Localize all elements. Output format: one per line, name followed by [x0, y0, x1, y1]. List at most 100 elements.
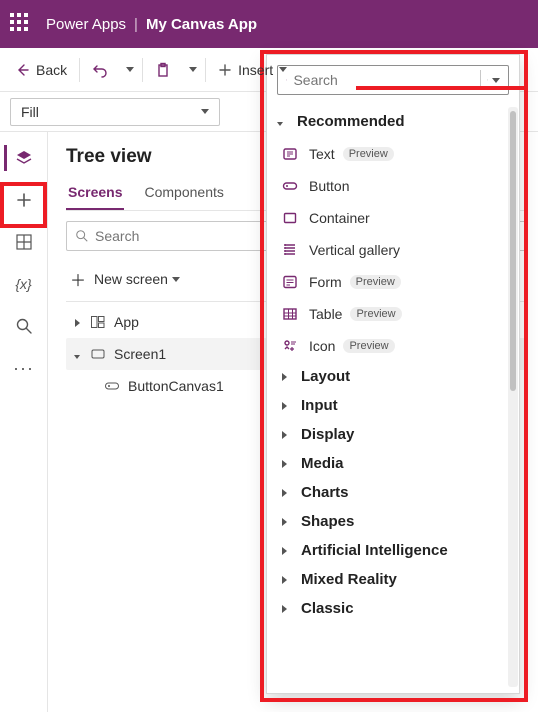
- insert-icon[interactable]: Icon Preview: [275, 330, 511, 362]
- rail-variables[interactable]: {x}: [4, 264, 44, 304]
- variables-icon: {x}: [15, 276, 31, 292]
- flyout-list: Recommended Text Preview Button Containe…: [267, 105, 519, 693]
- category-input[interactable]: Input: [275, 391, 511, 420]
- chevron-right-icon: [282, 460, 287, 468]
- insert-button[interactable]: Insert: [210, 54, 295, 86]
- plus-icon: [218, 63, 232, 77]
- button-icon: [281, 177, 299, 195]
- chevron-down-icon: [189, 67, 197, 72]
- title-divider: |: [134, 16, 138, 33]
- insert-button-label: Button: [309, 178, 349, 194]
- node-label-button1: ButtonCanvas1: [128, 378, 224, 394]
- layers-icon: [15, 149, 33, 167]
- rail-tree-view[interactable]: [4, 138, 44, 178]
- insert-container-label: Container: [309, 210, 370, 226]
- category-input-label: Input: [301, 397, 338, 414]
- arrow-left-icon: [14, 62, 30, 78]
- preview-badge: Preview: [343, 339, 394, 353]
- screen-icon: [90, 346, 106, 362]
- rail-search[interactable]: [4, 306, 44, 346]
- insert-table-label: Table: [309, 306, 342, 322]
- flyout-search[interactable]: [277, 65, 509, 95]
- insert-form-label: Form: [309, 274, 342, 290]
- category-shapes[interactable]: Shapes: [275, 507, 511, 536]
- insert-container[interactable]: Container: [275, 202, 511, 234]
- search-icon: [75, 229, 89, 243]
- insert-label: Insert: [238, 62, 273, 78]
- back-button[interactable]: Back: [6, 54, 75, 86]
- chevron-right-icon: [282, 373, 287, 381]
- search-icon: [15, 317, 33, 335]
- flyout-search-input[interactable]: [293, 72, 474, 88]
- separator: [142, 58, 143, 82]
- insert-text[interactable]: Text Preview: [275, 138, 511, 170]
- category-media[interactable]: Media: [275, 449, 511, 478]
- paste-split[interactable]: [179, 54, 201, 86]
- button-icon: [104, 378, 120, 394]
- app-header: Power Apps | My Canvas App: [0, 0, 538, 48]
- category-classic-label: Classic: [301, 600, 354, 617]
- category-display-label: Display: [301, 426, 354, 443]
- plus-icon: [15, 191, 33, 209]
- chevron-down-icon[interactable]: [70, 346, 84, 362]
- rail-more[interactable]: ···: [4, 348, 44, 388]
- app-icon: [90, 314, 106, 330]
- chevron-right-icon: [282, 518, 287, 526]
- insert-flyout: Recommended Text Preview Button Containe…: [266, 54, 520, 694]
- undo-icon: [92, 62, 108, 78]
- filter-icon[interactable]: [487, 73, 488, 87]
- category-charts[interactable]: Charts: [275, 478, 511, 507]
- chevron-right-icon[interactable]: [70, 314, 84, 330]
- back-label: Back: [36, 62, 67, 78]
- undo-split[interactable]: [116, 54, 138, 86]
- chevron-down-icon: [172, 277, 180, 282]
- separator: [79, 58, 80, 82]
- table-icon: [281, 305, 299, 323]
- category-classic[interactable]: Classic: [275, 594, 511, 623]
- property-selector[interactable]: Fill: [10, 98, 220, 126]
- category-mr-label: Mixed Reality: [301, 571, 397, 588]
- category-recommended-label: Recommended: [297, 113, 405, 130]
- container-icon: [281, 209, 299, 227]
- insert-form[interactable]: Form Preview: [275, 266, 511, 298]
- insert-table[interactable]: Table Preview: [275, 298, 511, 330]
- tab-components[interactable]: Components: [142, 182, 225, 210]
- preview-badge: Preview: [350, 307, 401, 321]
- rail-insert[interactable]: [4, 180, 44, 220]
- category-shapes-label: Shapes: [301, 513, 354, 530]
- undo-button[interactable]: [84, 54, 116, 86]
- insert-icon-label: Icon: [309, 338, 335, 354]
- preview-badge: Preview: [343, 147, 394, 161]
- separator: [205, 58, 206, 82]
- tab-screens[interactable]: Screens: [66, 182, 124, 210]
- category-recommended[interactable]: Recommended: [275, 105, 511, 138]
- chevron-down-icon: [201, 109, 209, 114]
- insert-vgallery-label: Vertical gallery: [309, 242, 400, 258]
- category-ai[interactable]: Artificial Intelligence: [275, 536, 511, 565]
- insert-text-label: Text: [309, 146, 335, 162]
- chevron-down-icon: [126, 67, 134, 72]
- scrollbar-thumb[interactable]: [510, 111, 516, 391]
- insert-button[interactable]: Button: [275, 170, 511, 202]
- category-media-label: Media: [301, 455, 344, 472]
- text-icon: [281, 145, 299, 163]
- gallery-icon: [281, 241, 299, 259]
- insert-vgallery[interactable]: Vertical gallery: [275, 234, 511, 266]
- chevron-down-icon[interactable]: [492, 78, 500, 83]
- rail-data[interactable]: [4, 222, 44, 262]
- category-ai-label: Artificial Intelligence: [301, 542, 448, 559]
- category-mr[interactable]: Mixed Reality: [275, 565, 511, 594]
- grid-icon: [15, 233, 33, 251]
- node-label-screen1: Screen1: [114, 346, 166, 362]
- form-icon: [281, 273, 299, 291]
- clipboard-icon: [155, 62, 171, 78]
- category-charts-label: Charts: [301, 484, 349, 501]
- paste-button[interactable]: [147, 54, 179, 86]
- chevron-right-icon: [282, 431, 287, 439]
- chevron-right-icon: [282, 605, 287, 613]
- new-screen-label: New screen: [94, 271, 168, 287]
- category-display[interactable]: Display: [275, 420, 511, 449]
- category-layout[interactable]: Layout: [275, 362, 511, 391]
- waffle-icon[interactable]: [10, 13, 32, 35]
- ellipsis-icon: ···: [13, 358, 34, 379]
